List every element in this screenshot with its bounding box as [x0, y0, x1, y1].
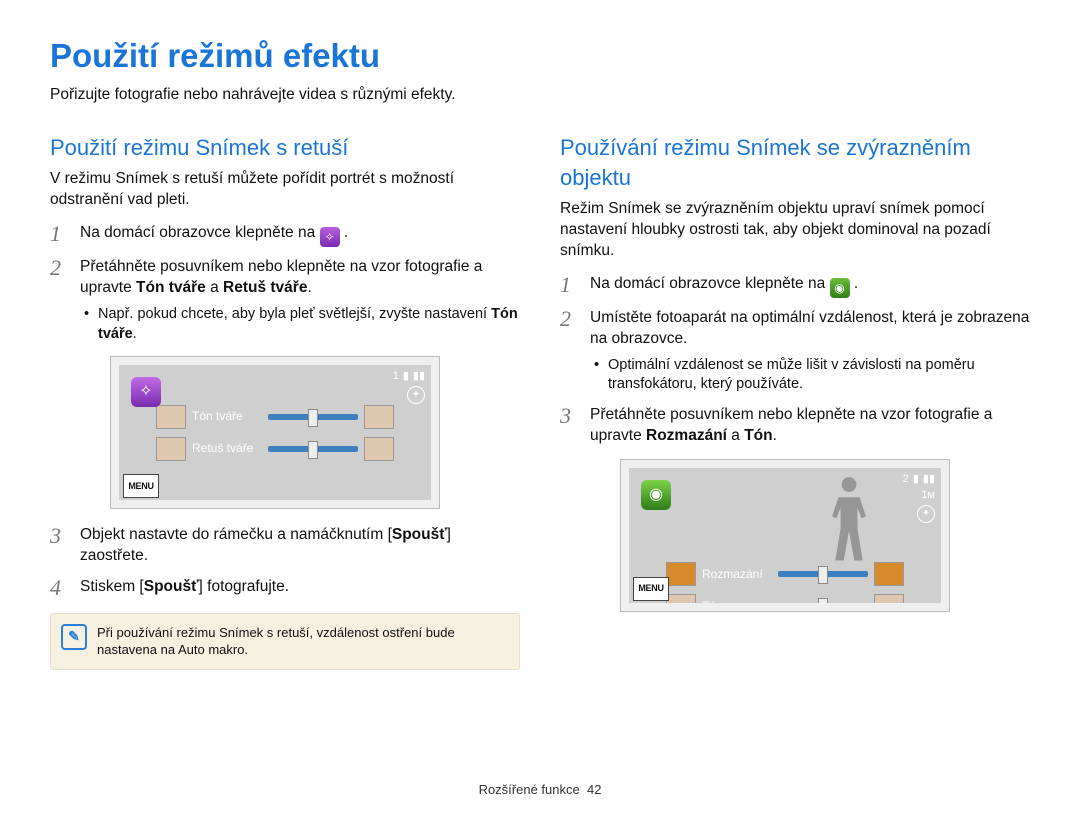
card-icon: ▮ — [913, 472, 919, 487]
intro-left: V režimu Snímek s retuší můžete pořídit … — [50, 169, 520, 211]
label-blur: Rozmazání — [702, 566, 772, 582]
page-footer: Rozšířené funkce 42 — [0, 781, 1080, 799]
step-1-right: Na domácí obrazovce klepněte na ◉ . — [560, 274, 1030, 298]
step-2r-text: Umístěte fotoaparát na optimální vzdálen… — [590, 309, 1029, 347]
globe-icon: ✦ — [917, 505, 935, 523]
resolution-label: 1м — [921, 488, 935, 503]
slider-row-face-retouch: Retuš tváře — [156, 437, 394, 461]
step-3-left: Objekt nastavte do rámečku a namáčknutím… — [50, 525, 520, 567]
lcd-count-beauty: 1 — [393, 369, 399, 384]
step-2-sub-end: . — [133, 326, 137, 342]
thumb-face-tone-high — [364, 405, 394, 429]
step-1r-pre: Na domácí obrazovce klepněte na — [590, 275, 830, 292]
label-tone: Tón — [702, 598, 772, 603]
step-3r-b1: Rozmazání — [646, 427, 727, 444]
step-2-left: Přetáhněte posuvníkem nebo klepněte na v… — [50, 257, 520, 509]
step-4-c: ] fotografujte. — [199, 578, 289, 595]
lcd-corner-highlight-icon: ◉ — [641, 480, 671, 510]
thumb-retouch-high — [364, 437, 394, 461]
globe-icon: ✦ — [407, 386, 425, 404]
lcd-highlight: ◉ 2 ▮ ▮▮ 1м ✦ — [620, 459, 950, 612]
step-3r-mid: a — [727, 427, 744, 444]
page-title: Použití režimů efektu — [50, 34, 1030, 79]
thumb-retouch-low — [156, 437, 186, 461]
slider-row-tone: Tón — [666, 594, 904, 603]
label-face-retouch: Retuš tváře — [192, 440, 262, 456]
footer-page-number: 42 — [587, 782, 601, 797]
beauty-mode-icon: ✧ — [320, 227, 340, 247]
step-2r-sub: Optimální vzdálenost se může lišit v záv… — [590, 356, 1030, 395]
step-2-bold-1: Tón tváře — [136, 279, 206, 296]
menu-button[interactable]: MENU — [633, 577, 669, 601]
thumb-blur-low — [666, 562, 696, 586]
step-3r-b2: Tón — [744, 427, 772, 444]
slider-face-tone[interactable] — [268, 414, 358, 420]
left-column: Použití režimu Snímek s retuší V režimu … — [50, 133, 520, 669]
step-1-text-pre: Na domácí obrazovce klepněte na — [80, 224, 320, 241]
note-text: Při používání režimu Snímek s retuší, vz… — [97, 625, 455, 658]
step-1-left: Na domácí obrazovce klepněte na ✧ . — [50, 223, 520, 247]
step-2-mid: a — [206, 279, 223, 296]
lcd-corner-beauty-icon: ✧ — [131, 377, 161, 407]
lcd-count-highlight: 2 — [903, 472, 909, 487]
slider-face-retouch[interactable] — [268, 446, 358, 452]
slider-blur[interactable] — [778, 571, 868, 577]
section-heading-right: Používání režimu Snímek se zvýrazněním o… — [560, 133, 1030, 192]
highlight-mode-icon: ◉ — [830, 278, 850, 298]
note-icon: ✎ — [61, 624, 87, 650]
step-2-right: Umístěte fotoaparát na optimální vzdálen… — [560, 308, 1030, 395]
intro-right: Režim Snímek se zvýrazněním objektu upra… — [560, 199, 1030, 262]
footer-section: Rozšířené funkce — [479, 782, 580, 797]
right-column: Používání režimu Snímek se zvýrazněním o… — [560, 133, 1030, 669]
step-2-substep: Např. pokud chcete, aby byla pleť světle… — [80, 305, 520, 344]
step-3r-end: . — [773, 427, 777, 444]
lcd-status-highlight: 2 ▮ ▮▮ 1м ✦ — [903, 472, 935, 524]
thumb-face-tone-low — [156, 405, 186, 429]
note-box: ✎ Při používání režimu Snímek s retuší, … — [50, 613, 520, 670]
step-3-right: Přetáhněte posuvníkem nebo klepněte na v… — [560, 405, 1030, 612]
label-face-tone: Tón tváře — [192, 408, 262, 424]
step-1-text-post: . — [344, 224, 348, 241]
slider-row-face-tone: Tón tváře — [156, 405, 394, 429]
step-2-sub-a: Např. pokud chcete, aby byla pleť světle… — [98, 306, 491, 322]
battery-icon: ▮▮ — [413, 369, 425, 384]
lcd-beauty: ✧ 1 ▮ ▮▮ ✦ — [110, 356, 440, 509]
battery-icon: ▮▮ — [923, 472, 935, 487]
step-3-a: Objekt nastavte do rámečku a namáčknutím… — [80, 526, 392, 543]
thumb-tone-low — [666, 594, 696, 603]
step-1r-post: . — [854, 275, 858, 292]
step-4-left: Stiskem [Spoušť] fotografujte. — [50, 577, 520, 598]
step-3-bold: Spoušť — [392, 526, 447, 543]
menu-button[interactable]: MENU — [123, 474, 159, 498]
person-silhouette-icon — [819, 474, 879, 569]
lcd-status-beauty: 1 ▮ ▮▮ ✦ — [393, 369, 425, 404]
section-heading-left: Použití režimu Snímek s retuší — [50, 133, 520, 163]
step-4-a: Stiskem [ — [80, 578, 144, 595]
step-2-bold-2: Retuš tváře — [223, 279, 307, 296]
page-subtitle: Pořizujte fotografie nebo nahrávejte vid… — [50, 85, 1030, 106]
card-icon: ▮ — [403, 369, 409, 384]
step-2-end: . — [307, 279, 311, 296]
thumb-tone-high — [874, 594, 904, 603]
step-4-bold: Spoušť — [144, 578, 199, 595]
